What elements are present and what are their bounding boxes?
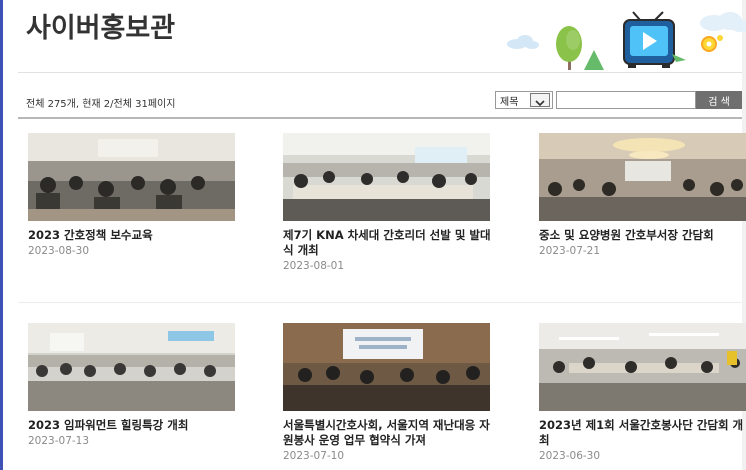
row-divider: [18, 302, 742, 303]
post-title[interactable]: 중소 및 요양병원 간호부서장 간담회: [539, 228, 746, 243]
post-date: 2023-08-01: [283, 260, 345, 272]
search-input[interactable]: [556, 91, 696, 109]
post-thumbnail[interactable]: [539, 133, 746, 221]
post-thumbnail[interactable]: [28, 133, 235, 221]
post-date: 2023-07-21: [539, 245, 601, 257]
post-title[interactable]: 제7기 KNA 차세대 간호리더 선발 및 발대식 개최: [283, 228, 497, 258]
post-date: 2023-06-30: [539, 450, 601, 462]
post-date: 2023-07-10: [283, 450, 345, 462]
post-title[interactable]: 서울특별시간호사회, 서울지역 재난대응 자원봉사 운영 업무 협약식 가져: [283, 418, 497, 448]
gallery-card[interactable]: 2023 임파워먼트 힐링특강 개최 2023-07-13: [28, 323, 242, 447]
search-field-selected: 제목: [500, 97, 519, 108]
post-date: 2023-07-13: [28, 435, 90, 447]
post-thumbnail[interactable]: [283, 133, 490, 221]
post-thumbnail[interactable]: [539, 323, 746, 411]
header-illustration: [507, 11, 746, 70]
post-date: 2023-08-30: [28, 245, 90, 257]
search-field-select[interactable]: 제목: [495, 91, 553, 109]
gallery-card[interactable]: 중소 및 요양병원 간호부서장 간담회 2023-07-21: [539, 133, 746, 257]
list-top-border: [18, 117, 742, 119]
post-thumbnail[interactable]: [28, 323, 235, 411]
gallery-card[interactable]: 2023년 제1회 서울간호봉사단 간담회 개최 2023-06-30: [539, 323, 746, 462]
post-title[interactable]: 2023 임파워먼트 힐링특강 개최: [28, 418, 242, 433]
post-title[interactable]: 2023 간호정책 보수교육: [28, 228, 242, 243]
page-title: 사이버홍보관: [26, 13, 176, 44]
gallery-card[interactable]: 서울특별시간호사회, 서울지역 재난대응 자원봉사 운영 업무 협약식 가져 2…: [283, 323, 497, 462]
post-count-summary: 전체 275개, 현재 2/전체 31페이지: [26, 99, 176, 110]
header-divider: [18, 72, 742, 73]
search-button[interactable]: 검 색: [696, 91, 742, 109]
gallery-card[interactable]: 제7기 KNA 차세대 간호리더 선발 및 발대식 개최 2023-08-01: [283, 133, 497, 272]
post-thumbnail[interactable]: [283, 323, 490, 411]
window-frame-left: [0, 0, 3, 470]
chevron-down-icon[interactable]: [530, 93, 550, 107]
gallery-card[interactable]: 2023 간호정책 보수교육 2023-08-30: [28, 133, 242, 257]
post-title[interactable]: 2023년 제1회 서울간호봉사단 간담회 개최: [539, 418, 746, 448]
